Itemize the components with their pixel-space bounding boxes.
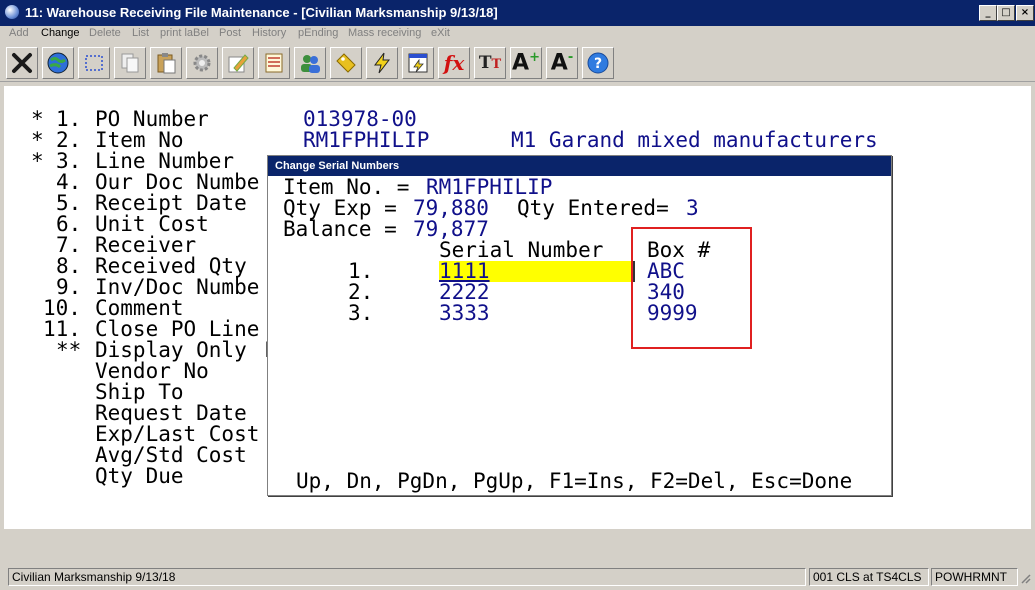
field-number: 1.: [56, 107, 82, 131]
display-only-mark: **: [56, 338, 82, 362]
serial-value[interactable]: 2222: [439, 282, 490, 303]
minimize-button[interactable]: _: [979, 5, 997, 21]
required-mark: *: [31, 149, 44, 173]
menu-mass-receiving[interactable]: Mass receiving: [348, 27, 421, 39]
field-number: 6.: [56, 212, 82, 236]
title-bar: 11: Warehouse Receiving File Maintenance…: [0, 0, 1035, 26]
copy-icon[interactable]: [114, 47, 146, 79]
decrease-font-icon[interactable]: A-: [546, 47, 578, 79]
field-number: 11.: [43, 317, 81, 341]
balance-value: 79,877: [413, 217, 489, 241]
text-tt-icon[interactable]: TT: [474, 47, 506, 79]
qty-exp-label: Qty Exp =: [283, 196, 397, 220]
menu-list[interactable]: List: [132, 27, 149, 39]
edit-pencil-icon[interactable]: [222, 47, 254, 79]
serial-row-number: 2.: [348, 280, 374, 304]
field-number: 8.: [56, 254, 82, 278]
display-field-qty-due: Qty Due: [95, 464, 184, 488]
field-label-po-number[interactable]: PO Number: [95, 109, 209, 130]
field-label-receipt-date[interactable]: Receipt Date: [95, 193, 247, 214]
menu-exit[interactable]: eXit: [431, 27, 450, 39]
display-field-request-date: Request Date: [95, 401, 247, 425]
display-field-vendor-no: Vendor No: [95, 359, 209, 383]
field-label-inv-doc-number[interactable]: Inv/Doc Numbe: [95, 277, 259, 298]
field-number: 5.: [56, 191, 82, 215]
lightning-icon[interactable]: [366, 47, 398, 79]
status-program: POWHRMNT: [931, 568, 1018, 586]
serial-row-number: 3.: [348, 301, 374, 325]
field-number: 3.: [56, 149, 82, 173]
toolbar: fx TT A+ A- ?: [0, 45, 1035, 82]
serial-value[interactable]: 1111: [439, 261, 490, 282]
field-label-close-po-line[interactable]: Close PO Line: [95, 319, 259, 340]
exit-x-icon[interactable]: [6, 47, 38, 79]
field-label-line-number[interactable]: Line Number: [95, 151, 234, 172]
field-value-po-number[interactable]: 013978-00: [303, 109, 417, 130]
maximize-button[interactable]: □: [997, 5, 1015, 21]
required-mark: *: [31, 107, 44, 131]
field-label-receiver[interactable]: Receiver: [95, 235, 196, 256]
menu-bar: Add Change Delete List print laBel Post …: [0, 26, 1035, 44]
globe-icon[interactable]: [42, 47, 74, 79]
menu-post[interactable]: Post: [219, 27, 241, 39]
item-no-value: RM1FPHILIP: [426, 175, 553, 199]
field-number: 10.: [43, 296, 81, 320]
field-value-item-no[interactable]: RM1FPHILIP: [303, 130, 429, 151]
status-bar: Civilian Marksmanship 9/13/18 001 CLS at…: [0, 566, 1035, 590]
field-label-item-no[interactable]: Item No: [95, 130, 184, 151]
close-button[interactable]: ×: [1016, 5, 1034, 21]
item-no-label: Item No. =: [283, 175, 410, 199]
settings-gear-icon[interactable]: [186, 47, 218, 79]
window-title: 11: Warehouse Receiving File Maintenance…: [25, 5, 498, 20]
dialog-key-help: Up, Dn, PgDn, PgUp, F1=Ins, F2=Del, Esc=…: [296, 469, 853, 493]
box-column-highlight: [631, 227, 752, 349]
menu-history[interactable]: History: [252, 27, 286, 39]
dialog-title: Change Serial Numbers: [275, 160, 400, 172]
qty-exp-value: 79,880: [413, 196, 489, 220]
field-number: 9.: [56, 275, 82, 299]
resize-grip-icon[interactable]: [1019, 572, 1031, 584]
qty-entered-label: Qty Entered=: [517, 196, 669, 220]
status-session: 001 CLS at TS4CLS: [809, 568, 929, 586]
tag-icon[interactable]: [330, 47, 362, 79]
field-number: 2.: [56, 128, 82, 152]
serial-value[interactable]: 3333: [439, 303, 490, 324]
function-fx-icon[interactable]: fx: [438, 47, 470, 79]
field-label-unit-cost[interactable]: Unit Cost: [95, 214, 209, 235]
users-icon[interactable]: [294, 47, 326, 79]
display-only-heading: Display Only: [95, 338, 247, 362]
paste-icon[interactable]: [150, 47, 182, 79]
menu-add[interactable]: Add: [9, 27, 29, 39]
item-description: M1 Garand mixed manufacturers: [511, 128, 878, 152]
balance-label: Balance =: [283, 217, 397, 241]
display-field-avg-std-cost: Avg/Std Cost: [95, 443, 247, 467]
calculator-icon[interactable]: [402, 47, 434, 79]
app-globe-icon[interactable]: [5, 5, 19, 19]
field-label-received-qty[interactable]: Received Qty: [95, 256, 247, 277]
status-company: Civilian Marksmanship 9/13/18: [8, 568, 806, 586]
notepad-icon[interactable]: [258, 47, 290, 79]
increase-font-icon[interactable]: A+: [510, 47, 542, 79]
dialog-title-bar[interactable]: Change Serial Numbers: [268, 156, 891, 176]
field-number: 7.: [56, 233, 82, 257]
serial-row-number: 1.: [348, 259, 374, 283]
display-field-exp-last-cost: Exp/Last Cost: [95, 422, 260, 446]
change-serial-numbers-dialog: Change Serial Numbers Item No. = RM1FPHI…: [267, 155, 892, 496]
menu-change[interactable]: Change: [41, 27, 80, 39]
qty-entered-value: 3: [686, 196, 699, 220]
field-label-our-doc-number[interactable]: Our Doc Numbe: [95, 172, 259, 193]
field-number: 4.: [56, 170, 82, 194]
help-icon[interactable]: ?: [582, 47, 614, 79]
field-label-comment[interactable]: Comment: [95, 298, 184, 319]
menu-print-label[interactable]: print laBel: [160, 27, 209, 39]
menu-delete[interactable]: Delete: [89, 27, 121, 39]
menu-pending[interactable]: pEnding: [298, 27, 338, 39]
required-mark: *: [31, 128, 44, 152]
select-rect-icon[interactable]: [78, 47, 110, 79]
serial-number-column-header: Serial Number: [439, 238, 604, 262]
svg-text:?: ?: [594, 56, 602, 72]
display-field-ship-to: Ship To: [95, 380, 184, 404]
